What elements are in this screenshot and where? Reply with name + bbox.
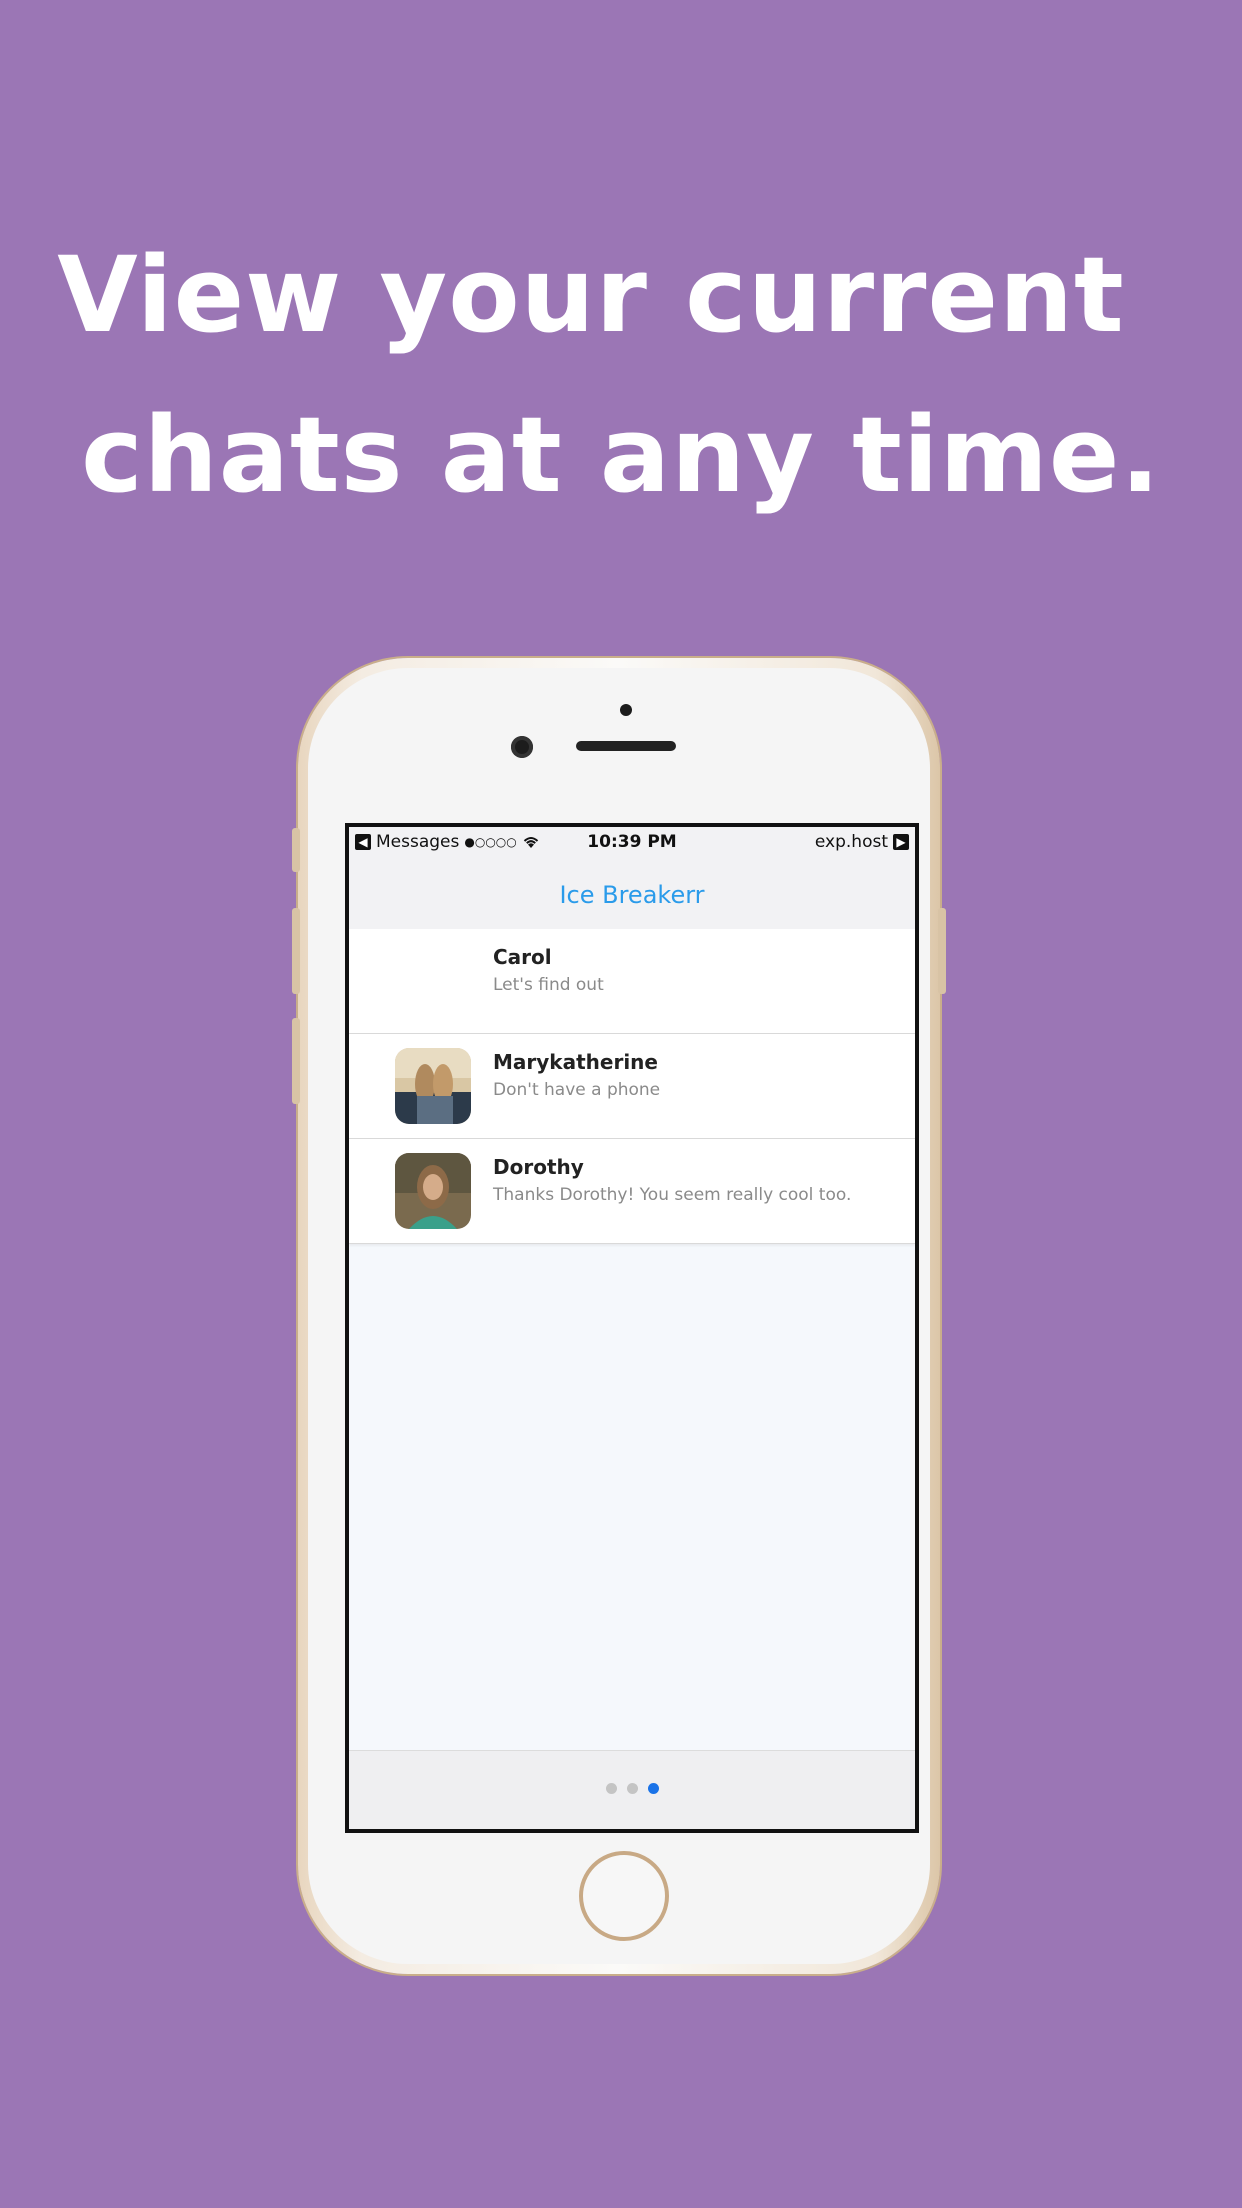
chat-row-dorothy[interactable]: Dorothy Thanks Dorothy! You seem really … bbox=[349, 1139, 915, 1244]
volume-down-button bbox=[292, 1018, 300, 1104]
chat-preview: Let's find out bbox=[493, 975, 604, 995]
home-button[interactable] bbox=[579, 1851, 669, 1941]
front-camera bbox=[511, 736, 533, 758]
avatar bbox=[395, 1048, 471, 1124]
phone-screen: ◀ Messages ●○○○○ 10:39 PM exp.host ▶ Ice bbox=[345, 823, 919, 1833]
page-dot-2[interactable] bbox=[626, 1783, 638, 1794]
host-label[interactable]: exp.host bbox=[815, 832, 888, 852]
headline-line-1: View your current bbox=[57, 234, 1125, 356]
chat-row-marykatherine[interactable]: Marykatherine Don't have a phone bbox=[349, 1034, 915, 1139]
headline: View your current chats at any time. bbox=[0, 215, 1242, 535]
forward-arrow-icon[interactable]: ▶ bbox=[893, 834, 909, 850]
headline-line-2: chats at any time. bbox=[81, 394, 1161, 516]
chat-preview: Thanks Dorothy! You seem really cool too… bbox=[493, 1185, 852, 1205]
phone-mockup: ◀ Messages ●○○○○ 10:39 PM exp.host ▶ Ice bbox=[292, 658, 946, 1974]
power-button bbox=[938, 908, 946, 994]
chat-name: Carol bbox=[493, 945, 552, 969]
nav-bar: Ice Breakerr bbox=[349, 857, 915, 930]
chat-list: Carol Let's find out Marykatherine Don't… bbox=[349, 929, 915, 1244]
page-dot-3[interactable] bbox=[647, 1783, 659, 1794]
page-dot-1[interactable] bbox=[605, 1783, 617, 1794]
avatar bbox=[395, 1153, 471, 1229]
page-indicator-bar bbox=[349, 1750, 915, 1829]
earpiece-speaker bbox=[576, 741, 676, 751]
volume-up-button bbox=[292, 908, 300, 994]
phone-face: ◀ Messages ●○○○○ 10:39 PM exp.host ▶ Ice bbox=[308, 668, 930, 1964]
mute-switch bbox=[292, 828, 300, 872]
page-dots bbox=[349, 1783, 915, 1794]
chat-name: Dorothy bbox=[493, 1155, 584, 1179]
chat-row-carol[interactable]: Carol Let's find out bbox=[349, 929, 915, 1034]
status-bar: ◀ Messages ●○○○○ 10:39 PM exp.host ▶ bbox=[349, 827, 915, 857]
chat-preview: Don't have a phone bbox=[493, 1080, 661, 1100]
chat-name: Marykatherine bbox=[493, 1050, 658, 1074]
app-title: Ice Breakerr bbox=[559, 881, 705, 909]
proximity-sensor bbox=[620, 704, 632, 716]
